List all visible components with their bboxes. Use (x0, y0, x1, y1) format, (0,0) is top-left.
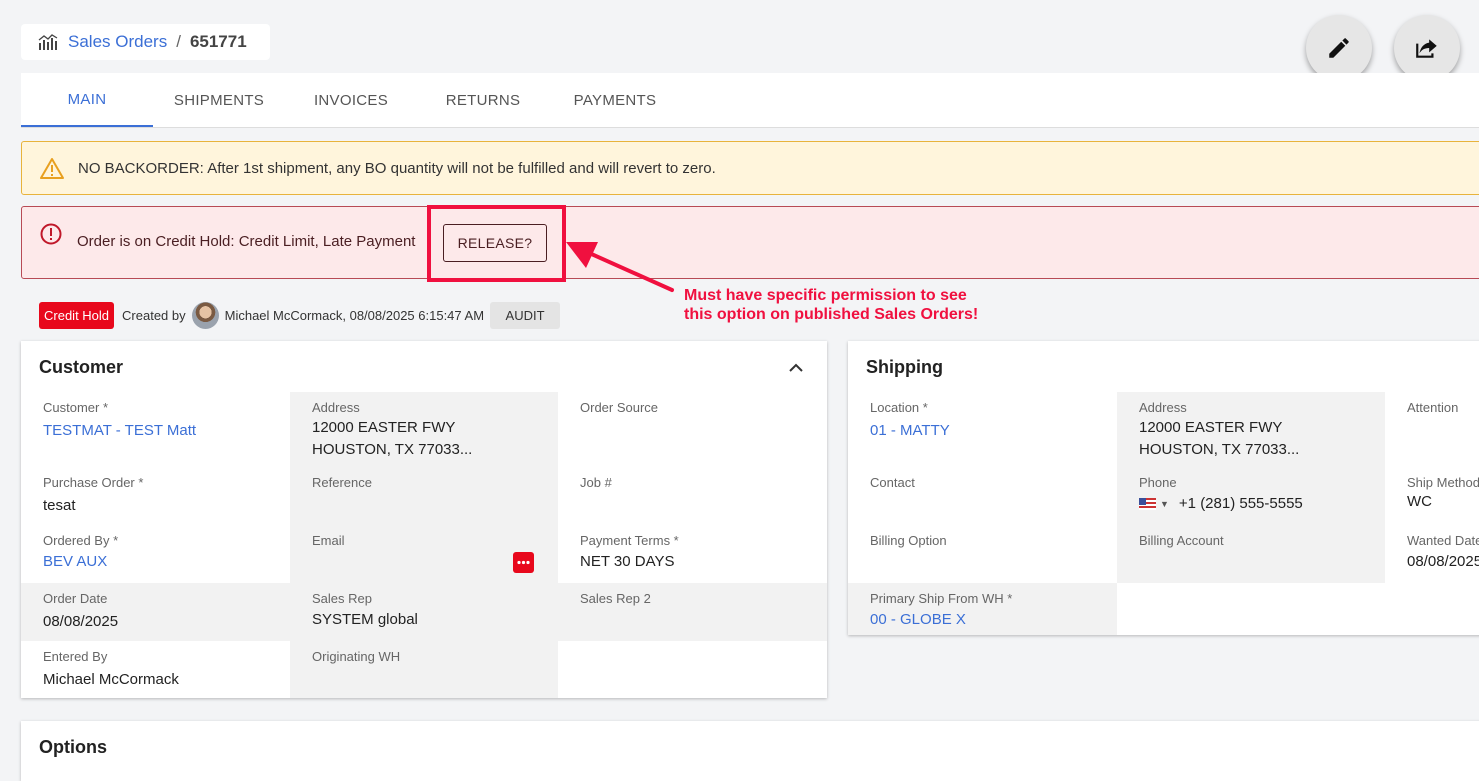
breadcrumb-separator: / (176, 32, 181, 51)
ordered-by-field: Ordered By * BEV AUX (21, 525, 290, 583)
ship-method-field: Ship Method WC (1407, 475, 1479, 510)
permission-annotation: Must have specific permission to see thi… (684, 286, 978, 324)
tab-invoices[interactable]: INVOICES (285, 73, 417, 127)
warning-icon (40, 158, 64, 179)
order-meta-row: Credit Hold Created by Michael McCormack… (39, 301, 561, 329)
purchase-order-field: Purchase Order * tesat (43, 475, 144, 514)
avatar (191, 301, 219, 329)
address-line-2: HOUSTON, TX 77033... (312, 441, 473, 458)
annotation-line-2: this option on published Sales Orders! (684, 306, 979, 323)
share-button[interactable] (1394, 15, 1460, 81)
breadcrumb: Sales Orders / 651771 (21, 24, 270, 60)
payment-terms-field: Payment Terms * NET 30 DAYS (580, 533, 679, 570)
ship-address-field: Address 12000 EASTER FWY HOUSTON, TX 770… (1117, 392, 1385, 467)
shipping-card-title: Shipping (866, 357, 943, 377)
originating-wh-field: Originating WH (290, 641, 558, 698)
share-icon (1416, 39, 1437, 58)
backorder-warning-banner: NO BACKORDER: After 1st shipment, any BO… (21, 141, 1479, 195)
shipping-card: Shipping Location * 01 - MATTY Address 1… (848, 341, 1479, 635)
customer-link[interactable]: TESTMAT - TEST Matt (43, 420, 290, 442)
options-card-title: Options (39, 737, 107, 757)
wanted-date-field: Wanted Date 08/08/2025 (1407, 533, 1479, 570)
annotation-line-1: Must have specific permission to see (684, 287, 967, 304)
order-date-field: Order Date 08/08/2025 (21, 583, 290, 641)
primary-ship-wh-field: Primary Ship From WH * 00 - GLOBE X (848, 583, 1117, 635)
sales-rep-2-field: Sales Rep 2 (558, 583, 827, 641)
more-options-icon[interactable] (513, 552, 534, 573)
order-source-field: Order Source (580, 400, 659, 415)
attention-field: Attention (1407, 400, 1459, 415)
billing-account-field: Billing Account (1117, 525, 1385, 583)
breadcrumb-sales-orders-link[interactable]: Sales Orders (68, 32, 167, 52)
breadcrumb-current: 651771 (189, 32, 247, 51)
primary-wh-link[interactable]: 00 - GLOBE X (870, 609, 1117, 631)
ordered-by-link[interactable]: BEV AUX (43, 551, 290, 573)
customer-card: Customer Customer * TESTMAT - TEST Matt … (21, 341, 827, 698)
billing-option-field: Billing Option (870, 533, 947, 548)
tab-payments[interactable]: PAYMENTS (549, 73, 681, 127)
created-by-value: Michael McCormack, 08/08/2025 6:15:47 AM (224, 307, 485, 323)
chevron-up-icon[interactable] (787, 359, 805, 377)
contact-field: Contact (870, 475, 915, 490)
warning-text: NO BACKORDER: After 1st shipment, any BO… (78, 159, 716, 177)
email-field: Email (290, 525, 558, 583)
credit-hold-text: Order is on Credit Hold: Credit Limit, L… (77, 233, 416, 250)
entered-by-field: Entered By Michael McCormack (43, 649, 179, 688)
tab-main[interactable]: MAIN (21, 73, 153, 127)
release-highlight-box (427, 205, 566, 282)
address-line-1: 12000 EASTER FWY (312, 419, 456, 436)
reference-field: Reference (290, 467, 558, 525)
us-flag-icon[interactable] (1139, 498, 1156, 511)
tab-returns[interactable]: RETURNS (417, 73, 549, 127)
phone-value: +1 (281) 555-5555 (1178, 495, 1303, 512)
location-field: Location * 01 - MATTY (848, 392, 1117, 467)
location-link[interactable]: 01 - MATTY (870, 420, 1117, 442)
pencil-icon (1329, 38, 1349, 58)
credit-hold-banner: Order is on Credit Hold: Credit Limit, L… (21, 206, 1479, 279)
job-field: Job # (580, 475, 612, 490)
error-icon (40, 223, 62, 245)
chevron-down-icon[interactable]: ▼ (1160, 499, 1169, 509)
edit-button[interactable] (1306, 15, 1372, 81)
created-by-label: Created by (122, 307, 186, 323)
customer-card-title: Customer (39, 357, 124, 377)
sales-rep-field: Sales Rep SYSTEM global (290, 583, 558, 641)
audit-button[interactable]: AUDIT (490, 301, 561, 329)
status-badge: Credit Hold (39, 301, 115, 329)
sales-chart-icon (38, 34, 58, 50)
options-card: Options (21, 721, 1479, 781)
annotation-arrow-icon (566, 242, 674, 292)
tab-bar: MAIN SHIPMENTS INVOICES RETURNS PAYMENTS (21, 73, 1479, 128)
phone-field: Phone ▼ +1 (281) 555-5555 (1117, 467, 1385, 525)
tab-shipments[interactable]: SHIPMENTS (153, 73, 285, 127)
customer-field: Customer * TESTMAT - TEST Matt (21, 392, 290, 467)
address-field: Address 12000 EASTER FWY HOUSTON, TX 770… (290, 392, 558, 467)
